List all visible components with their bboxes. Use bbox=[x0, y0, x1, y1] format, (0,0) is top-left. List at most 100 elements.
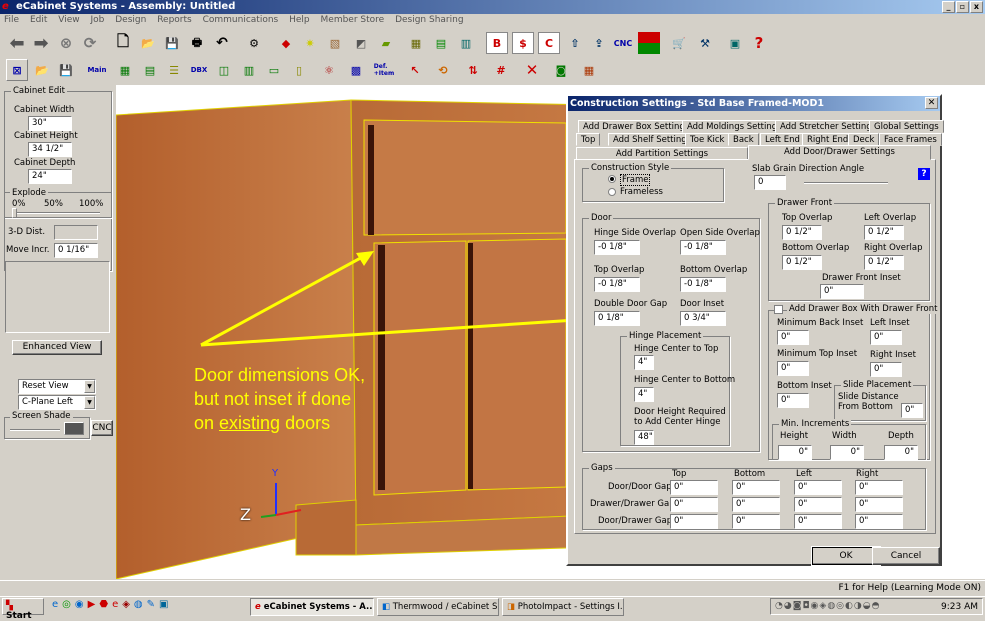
save-icon[interactable]: 💾 bbox=[161, 32, 183, 54]
menu-file[interactable]: File bbox=[4, 15, 19, 25]
explode-slider-thumb[interactable] bbox=[12, 208, 17, 218]
df-top-overlap-field[interactable]: 0 1/2" bbox=[782, 225, 822, 240]
min-top-inset-field[interactable]: 0" bbox=[777, 361, 809, 376]
door-door-gap-top[interactable]: 0" bbox=[670, 480, 718, 495]
tab-add-shelf[interactable]: Add Shelf Settings bbox=[608, 133, 697, 146]
toekick-icon[interactable]: ▭ bbox=[263, 59, 285, 81]
ecabinet-launch-icon[interactable]: e bbox=[112, 599, 118, 610]
help-button[interactable]: ? bbox=[918, 168, 930, 180]
minimize-button[interactable]: _ bbox=[942, 1, 955, 13]
tool-icon[interactable]: ◈ bbox=[122, 599, 130, 610]
open-cabinet-icon[interactable]: 📂 bbox=[31, 59, 53, 81]
min-back-inset-field[interactable]: 0" bbox=[777, 330, 809, 345]
light-icon[interactable]: ✷ bbox=[299, 32, 321, 54]
shade-slider[interactable] bbox=[10, 429, 60, 431]
adjust-icon[interactable]: ⇅ bbox=[462, 59, 484, 81]
pen-icon[interactable]: ✎ bbox=[147, 599, 155, 610]
tab-global-settings[interactable]: Global Settings bbox=[869, 120, 944, 133]
shelf-icon[interactable]: ☰ bbox=[163, 59, 185, 81]
tab-top[interactable]: Top bbox=[576, 133, 601, 146]
chevron-down-icon[interactable]: ▼ bbox=[84, 380, 95, 393]
tray-icons[interactable]: ◔◕◙◘◉◈◍◎◐◑◒◓ bbox=[775, 601, 880, 611]
delete-icon[interactable]: ✕ bbox=[521, 59, 543, 81]
hardware-icon[interactable]: ⚛ bbox=[318, 59, 340, 81]
desktop-icon[interactable]: ▣ bbox=[159, 599, 168, 610]
calendar-icon[interactable]: ▦ bbox=[578, 59, 600, 81]
refresh-icon[interactable]: ⟳ bbox=[79, 32, 101, 54]
door-bottom-overlap-field[interactable]: -0 1/8" bbox=[680, 277, 726, 292]
dbx-icon[interactable]: DBX bbox=[188, 59, 210, 81]
ie-icon[interactable]: e bbox=[52, 599, 58, 610]
cnc-icon[interactable]: CNC bbox=[612, 32, 634, 54]
door-door-gap-left[interactable]: 0" bbox=[794, 480, 842, 495]
new-file-icon[interactable]: 🗋 bbox=[112, 32, 134, 54]
dialog-close-button[interactable]: ✕ bbox=[925, 97, 938, 109]
main-icon[interactable]: Main bbox=[86, 59, 108, 81]
panel-icon[interactable]: ▰ bbox=[375, 32, 397, 54]
export-icon[interactable]: ⇪ bbox=[588, 32, 610, 54]
settings-sliders-icon[interactable]: ⚙ bbox=[243, 32, 265, 54]
cutlist-icon[interactable]: ▤ bbox=[430, 32, 452, 54]
monitor-icon[interactable]: ▣ bbox=[724, 32, 746, 54]
cnc-button[interactable]: CNC bbox=[91, 420, 113, 436]
cabinet-width-field[interactable]: 30" bbox=[28, 116, 72, 131]
stop-sign-icon[interactable]: ⬣ bbox=[99, 599, 108, 610]
open-side-overlap-field[interactable]: -0 1/8" bbox=[680, 240, 726, 255]
explode-slider[interactable] bbox=[12, 212, 100, 214]
cabinet-depth-field[interactable]: 24" bbox=[28, 169, 72, 184]
drawer-drawer-gap-bottom[interactable]: 0" bbox=[732, 497, 780, 512]
grid-icon[interactable]: # bbox=[490, 59, 512, 81]
start-button[interactable]: ▚ Start bbox=[2, 598, 44, 621]
add-drawer-box-checkbox[interactable] bbox=[774, 305, 783, 314]
wall-cabinet-icon[interactable]: ▤ bbox=[139, 59, 161, 81]
double-door-gap-field[interactable]: 0 1/8" bbox=[594, 311, 640, 326]
upload-icon[interactable]: ⇧ bbox=[564, 32, 586, 54]
menu-communications[interactable]: Communications bbox=[203, 15, 279, 25]
door-inset-field[interactable]: 0 3/4" bbox=[680, 311, 726, 326]
min-depth-field[interactable]: 0" bbox=[884, 445, 918, 460]
bottom-inset-field[interactable]: 0" bbox=[777, 393, 809, 408]
move-incr-field[interactable]: 0 1/16" bbox=[54, 243, 98, 258]
camera-icon[interactable]: ◙ bbox=[550, 59, 572, 81]
taskbar-item-ecabinet[interactable]: e eCabinet Systems - A... bbox=[250, 598, 374, 616]
enhanced-view-button[interactable]: Enhanced View bbox=[12, 340, 102, 355]
network-icon[interactable]: ⚒ bbox=[694, 32, 716, 54]
slide-distance-field[interactable]: 0" bbox=[901, 403, 923, 418]
shade-color-swatch[interactable] bbox=[64, 422, 84, 435]
taskbar-item-thermwood[interactable]: ◧ Thermwood / eCabinet S... bbox=[377, 598, 499, 616]
cancel-button[interactable]: Cancel bbox=[872, 547, 940, 565]
edge-icon[interactable]: ◩ bbox=[350, 32, 372, 54]
tab-add-moldings[interactable]: Add Moldings Settings bbox=[682, 120, 787, 133]
drawer-drawer-gap-top[interactable]: 0" bbox=[670, 497, 718, 512]
tab-toe-kick[interactable]: Toe Kick bbox=[685, 133, 730, 146]
menu-help[interactable]: Help bbox=[289, 15, 310, 25]
menu-job[interactable]: Job bbox=[90, 15, 104, 25]
menu-view[interactable]: View bbox=[58, 15, 79, 25]
df-right-overlap-field[interactable]: 0 1/2" bbox=[864, 255, 904, 270]
def-item-icon[interactable]: Def. +Item bbox=[373, 59, 395, 81]
restore-button[interactable]: ▫ bbox=[956, 1, 969, 13]
paint-icon[interactable]: ◆ bbox=[275, 32, 297, 54]
material-icon[interactable]: ▧ bbox=[324, 32, 346, 54]
pointer-icon[interactable]: ↖ bbox=[404, 59, 426, 81]
report-b-icon[interactable]: B bbox=[486, 32, 508, 54]
forward-arrow-icon[interactable]: ➡ bbox=[30, 32, 52, 54]
3d-dist-field[interactable] bbox=[54, 225, 98, 240]
menu-design-sharing[interactable]: Design Sharing bbox=[395, 15, 463, 25]
media-icon[interactable]: ▶ bbox=[88, 599, 96, 610]
back-arrow-icon[interactable]: ⬅ bbox=[6, 32, 28, 54]
door-drawer-gap-right[interactable]: 0" bbox=[855, 514, 903, 529]
hinge-side-overlap-field[interactable]: -0 1/8" bbox=[594, 240, 640, 255]
menu-reports[interactable]: Reports bbox=[157, 15, 192, 25]
partition-icon[interactable]: ◫ bbox=[213, 59, 235, 81]
frame-icon[interactable]: ▥ bbox=[238, 59, 260, 81]
left-inset-field[interactable]: 0" bbox=[870, 330, 902, 345]
grain-slider[interactable] bbox=[804, 182, 888, 184]
calculator-icon[interactable]: ▩ bbox=[345, 59, 367, 81]
report-c-icon[interactable]: C bbox=[538, 32, 560, 54]
menu-edit[interactable]: Edit bbox=[30, 15, 47, 25]
door-door-gap-bottom[interactable]: 0" bbox=[732, 480, 780, 495]
frame-radio[interactable] bbox=[608, 175, 616, 183]
print-icon[interactable]: 🖶 bbox=[186, 32, 208, 54]
menu-design[interactable]: Design bbox=[115, 15, 146, 25]
